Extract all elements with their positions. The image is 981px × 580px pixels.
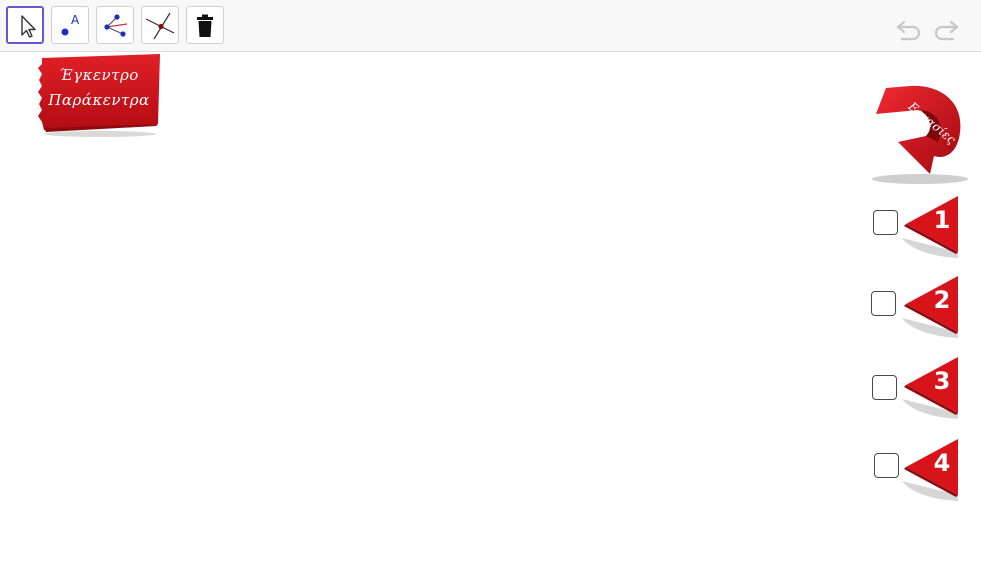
title-line-2: Παράκεντρα bbox=[48, 91, 150, 109]
cursor-arrow-icon bbox=[21, 15, 36, 38]
task-2-checkbox[interactable] bbox=[871, 291, 896, 316]
title-line-1: Έγκεντρο bbox=[59, 66, 139, 84]
delete-tool-button[interactable] bbox=[186, 6, 224, 44]
task-1-button[interactable]: 1 bbox=[898, 194, 962, 260]
undo-icon bbox=[896, 20, 921, 41]
segment-tool-button[interactable] bbox=[96, 6, 134, 44]
point-a-icon: A bbox=[61, 13, 80, 36]
task-1-checkbox[interactable] bbox=[873, 210, 898, 235]
task-2-button[interactable]: 2 bbox=[898, 274, 962, 340]
task-3-number: 3 bbox=[933, 367, 951, 395]
task-3-checkbox[interactable] bbox=[872, 375, 897, 400]
title-card: Έγκεντρο Παράκεντρα bbox=[36, 54, 162, 138]
task-row-1: 1 bbox=[868, 194, 962, 260]
move-tool-button[interactable] bbox=[6, 6, 44, 44]
tasks-badge: Εργασίες bbox=[868, 80, 978, 186]
curled-arrow-icon bbox=[872, 85, 968, 184]
task-4-button[interactable]: 4 bbox=[898, 437, 962, 503]
point-tool-button[interactable]: A bbox=[51, 6, 89, 44]
redo-icon bbox=[934, 20, 959, 41]
redo-button[interactable] bbox=[931, 12, 961, 42]
task-row-2: 2 bbox=[868, 274, 962, 340]
segment-icon bbox=[104, 14, 128, 37]
task-4-number: 4 bbox=[933, 449, 951, 477]
task-4-checkbox[interactable] bbox=[874, 453, 899, 478]
svg-text:A: A bbox=[71, 13, 80, 27]
intersect-tool-button[interactable] bbox=[141, 6, 179, 44]
task-1-number: 1 bbox=[933, 206, 951, 234]
task-row-4: 4 bbox=[868, 437, 962, 503]
toolbar: A bbox=[0, 0, 981, 52]
task-2-number: 2 bbox=[933, 286, 951, 314]
task-row-3: 3 bbox=[868, 355, 962, 421]
undo-button[interactable] bbox=[894, 12, 924, 42]
task-3-button[interactable]: 3 bbox=[898, 355, 962, 421]
trash-icon bbox=[197, 14, 213, 37]
intersect-icon bbox=[145, 12, 175, 40]
